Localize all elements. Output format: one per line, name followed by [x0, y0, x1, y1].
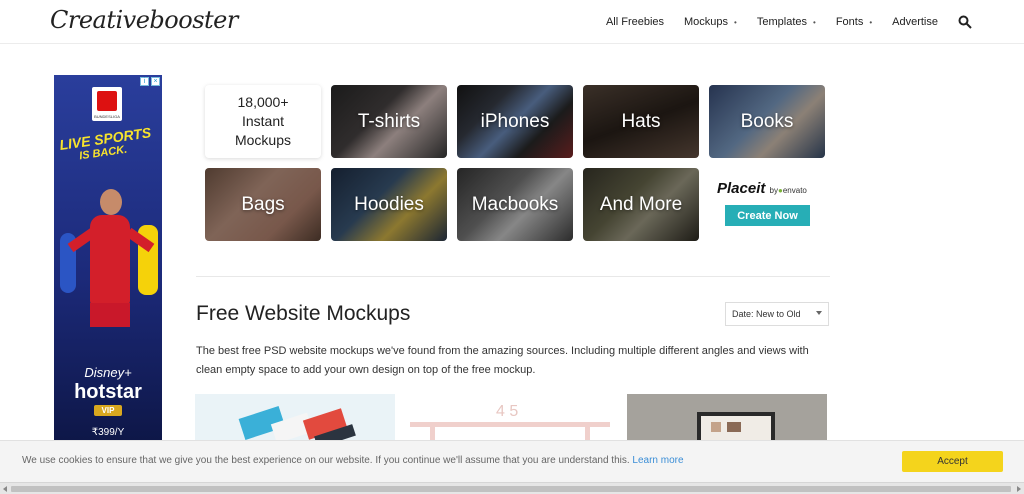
page-title: Free Website Mockups	[196, 302, 411, 325]
tile-intro-text: 18,000+ Instant Mockups	[235, 93, 291, 150]
scrollbar-thumb[interactable]	[11, 486, 1011, 492]
create-now-button[interactable]: Create Now	[725, 205, 810, 226]
chevron-down-icon	[816, 311, 822, 315]
tile-macbooks[interactable]: Macbooks	[457, 168, 573, 241]
tile-label: Hats	[621, 110, 661, 132]
tile-bags[interactable]: Bags	[205, 168, 321, 241]
tile-label: Hoodies	[354, 193, 424, 215]
tile-instant-mockups[interactable]: 18,000+ Instant Mockups	[205, 85, 321, 158]
placeit-partner: envato	[782, 186, 807, 195]
sort-select[interactable]: Date: New to Old	[725, 302, 829, 326]
dropdown-dot-icon: •	[869, 17, 873, 27]
nav-label: Mockups	[684, 16, 729, 28]
ad-choices[interactable]: i ×	[140, 77, 160, 86]
intro-line: 18,000+	[237, 94, 289, 110]
ad-info-icon[interactable]: i	[140, 77, 149, 86]
close-icon[interactable]: ×	[151, 77, 160, 86]
ad-vip-badge: VIP	[94, 405, 122, 416]
site-logo[interactable]: Creativebooster	[50, 6, 238, 34]
nav-label: Templates	[756, 16, 807, 28]
scroll-left-icon[interactable]	[3, 486, 7, 492]
nav-label: Advertise	[892, 16, 938, 28]
bundesliga-logo: BUNDESLIGA	[92, 87, 122, 121]
section-divider	[196, 276, 830, 277]
placeit-by: by	[769, 186, 778, 195]
mockup-thumbnail[interactable]	[195, 394, 395, 440]
tile-hats[interactable]: Hats	[583, 85, 699, 158]
tile-label: iPhones	[480, 110, 550, 132]
dropdown-dot-icon: •	[813, 17, 816, 27]
tile-tshirts[interactable]: T-shirts	[331, 85, 447, 158]
tile-label: Macbooks	[471, 193, 559, 215]
nav-templates[interactable]: Templates •	[757, 16, 816, 28]
ad-hotstar-text: hotstar	[74, 381, 142, 403]
cookie-message: We use cookies to ensure that we give yo…	[22, 455, 630, 466]
nav-mockups[interactable]: Mockups •	[684, 16, 737, 28]
mockup-thumbnail[interactable]	[627, 394, 827, 440]
ad-headline: LIVE SPORTS IS BACK.	[58, 124, 162, 166]
nav-label: Fonts	[835, 16, 864, 28]
placeit-promo: Placeit by●envato Create Now	[709, 168, 825, 241]
learn-more-link[interactable]: Learn more	[632, 455, 683, 466]
ad-banner[interactable]: i × BUNDESLIGA LIVE SPORTS IS BACK. Disney…	[54, 75, 162, 440]
scroll-right-icon[interactable]	[1017, 486, 1021, 492]
tile-label: And More	[599, 193, 683, 215]
ad-league: BUNDESLIGA	[94, 114, 120, 119]
tile-and-more[interactable]: And More	[583, 168, 699, 241]
nav-advertise[interactable]: Advertise	[892, 16, 938, 28]
tile-label: T-shirts	[357, 110, 421, 132]
nav-label: All Freebies	[605, 16, 665, 28]
tile-hoodies[interactable]: Hoodies	[331, 168, 447, 241]
search-icon[interactable]	[958, 15, 972, 29]
ad-price: ₹399/Y	[91, 427, 125, 438]
nav-fonts[interactable]: Fonts •	[836, 16, 872, 28]
svg-text:4 5: 4 5	[496, 403, 518, 420]
tile-label: Books	[740, 110, 794, 132]
tile-iphones[interactable]: iPhones	[457, 85, 573, 158]
mockup-thumbnail[interactable]: 4 5	[410, 394, 610, 440]
intro-line: Mockups	[234, 132, 292, 148]
placeit-logo[interactable]: Placeit by●envato	[717, 180, 807, 197]
nav-all-freebies[interactable]: All Freebies	[606, 16, 664, 28]
sort-value: Date: New to Old	[732, 309, 801, 319]
site-header: Creativebooster All Freebies Mockups • Te…	[0, 0, 1024, 44]
main-nav: All Freebies Mockups • Templates • Fonts • …	[606, 0, 972, 44]
horizontal-scrollbar[interactable]	[0, 482, 1024, 494]
tile-label: Bags	[241, 193, 285, 215]
section-description: The best free PSD website mockups we've …	[196, 345, 809, 376]
placeit-logo-text: Placeit	[717, 180, 766, 197]
cookie-banner: We use cookies to ensure that we give yo…	[0, 440, 1024, 482]
dropdown-dot-icon: •	[734, 17, 737, 27]
accept-button[interactable]: Accept	[902, 451, 1003, 472]
intro-line: Instant	[241, 113, 285, 129]
cookie-text: We use cookies to ensure that we give yo…	[22, 455, 684, 466]
ad-disney-text: Disney+	[84, 365, 132, 380]
tile-books[interactable]: Books	[709, 85, 825, 158]
